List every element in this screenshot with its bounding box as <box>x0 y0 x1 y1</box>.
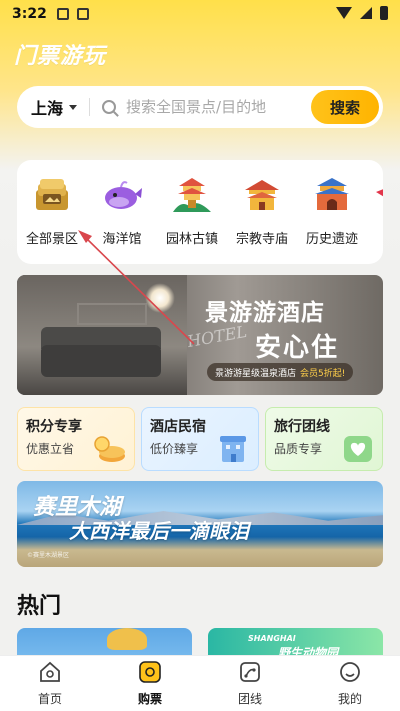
tab-profile[interactable]: 我的 <box>300 656 400 711</box>
sayram-lake-banner[interactable]: 赛里木湖 大西洋最后一滴眼泪 ©赛里木湖景区 <box>17 481 383 567</box>
category-temple[interactable]: 宗教寺庙 <box>227 174 297 247</box>
caret-down-icon <box>69 104 78 110</box>
lake-credit: ©赛里木湖景区 <box>27 552 70 559</box>
divider <box>89 98 91 116</box>
status-indicators <box>336 6 388 20</box>
status-time: 3:22 <box>12 6 47 22</box>
feature-points[interactable]: 积分专享 优惠立省 <box>17 407 135 471</box>
profile-icon <box>338 660 362 684</box>
category-card: 全部景区 海洋馆 园林古镇 宗教寺庙 历史遗迹 <box>17 160 383 264</box>
category-aquarium[interactable]: 海洋馆 <box>87 174 157 247</box>
category-all-scenic[interactable]: 全部景区 <box>17 174 87 247</box>
category-label: 全部景区 <box>25 232 78 247</box>
historic-gate-icon <box>311 174 353 216</box>
wall-frame <box>77 303 147 325</box>
category-label: 海洋馆 <box>102 232 142 247</box>
search-input[interactable] <box>126 98 297 116</box>
tab-label: 团线 <box>237 692 262 706</box>
feature-hotel[interactable]: 酒店民宿 低价臻享 <box>141 407 259 471</box>
category-more-partial[interactable] <box>367 174 383 247</box>
hotel-subtext: 景游游星级温泉酒店 <box>215 368 297 379</box>
battery-icon <box>380 6 388 20</box>
category-label: 园林古镇 <box>165 232 218 247</box>
hotel-headline-2: 安心住 <box>255 333 340 363</box>
hot-card-label: SHANGHAI <box>248 634 296 643</box>
wifi-icon <box>336 7 352 19</box>
tab-home[interactable]: 首页 <box>0 656 100 711</box>
feature-title: 旅行团线 <box>274 419 330 435</box>
gift-bow-image <box>107 628 147 650</box>
tab-label: 购票 <box>137 692 162 706</box>
search-button[interactable]: 搜索 <box>311 90 379 124</box>
category-row: 全部景区 海洋馆 园林古镇 宗教寺庙 历史遗迹 <box>17 160 383 247</box>
hotel-discount: 会员5折起! <box>300 368 346 379</box>
hot-section-title: 热门 <box>17 594 62 619</box>
gallery-notification-icon <box>56 8 69 20</box>
feature-title: 积分专享 <box>26 419 82 435</box>
feature-title: 酒店民宿 <box>150 419 206 435</box>
hotel-room-image <box>17 275 187 395</box>
feature-tour[interactable]: 旅行团线 品质专享 <box>265 407 383 471</box>
whale-icon <box>101 174 143 216</box>
category-garden-town[interactable]: 园林古镇 <box>157 174 227 247</box>
status-bar: 3:22 <box>0 0 400 28</box>
hotel-subtext-pill: 景游游星级温泉酒店 会员5折起! <box>207 363 354 381</box>
bottom-tab-bar: 首页 购票 团线 我的 <box>0 655 400 711</box>
city-label: 上海 <box>31 99 64 118</box>
tab-tour-routes[interactable]: 团线 <box>200 656 300 711</box>
pagoda-garden-icon <box>171 174 213 216</box>
category-label: 历史遗迹 <box>305 232 358 247</box>
ticket-icon <box>138 660 162 684</box>
temple-icon <box>241 174 283 216</box>
search-bar: 上海 搜索 <box>17 86 383 128</box>
tab-label: 我的 <box>337 692 362 706</box>
ticket-stack-icon <box>31 174 73 216</box>
category-label: 宗教寺庙 <box>235 232 288 247</box>
route-icon <box>238 660 262 684</box>
home-icon <box>38 660 62 684</box>
city-selector[interactable]: 上海 <box>17 95 78 119</box>
search-icon <box>102 100 117 114</box>
hotel-building-icon <box>220 436 246 462</box>
category-historic-sites[interactable]: 历史遗迹 <box>297 174 367 247</box>
partial-category-icon <box>361 174 383 216</box>
page-title: 门票游玩 <box>14 44 107 69</box>
tab-label: 首页 <box>37 692 62 706</box>
font-notification-icon <box>76 8 89 20</box>
sofa <box>41 345 161 377</box>
feature-row: 积分专享 优惠立省 酒店民宿 低价臻享 旅行团线 品质专享 <box>17 407 383 471</box>
coins-icon <box>94 436 125 462</box>
signal-icon <box>360 7 372 19</box>
hotel-headline: 景游游酒店 <box>205 300 325 326</box>
hotel-promo-banner[interactable]: HOTEL 景游游酒店 安心住 景游游星级温泉酒店 会员5折起! <box>17 275 383 395</box>
lake-subtitle: 大西洋最后一滴眼泪 <box>69 519 249 543</box>
tab-tickets[interactable]: 购票 <box>100 656 200 711</box>
lamp-light <box>145 283 175 313</box>
heart-flag-icon <box>344 436 372 462</box>
